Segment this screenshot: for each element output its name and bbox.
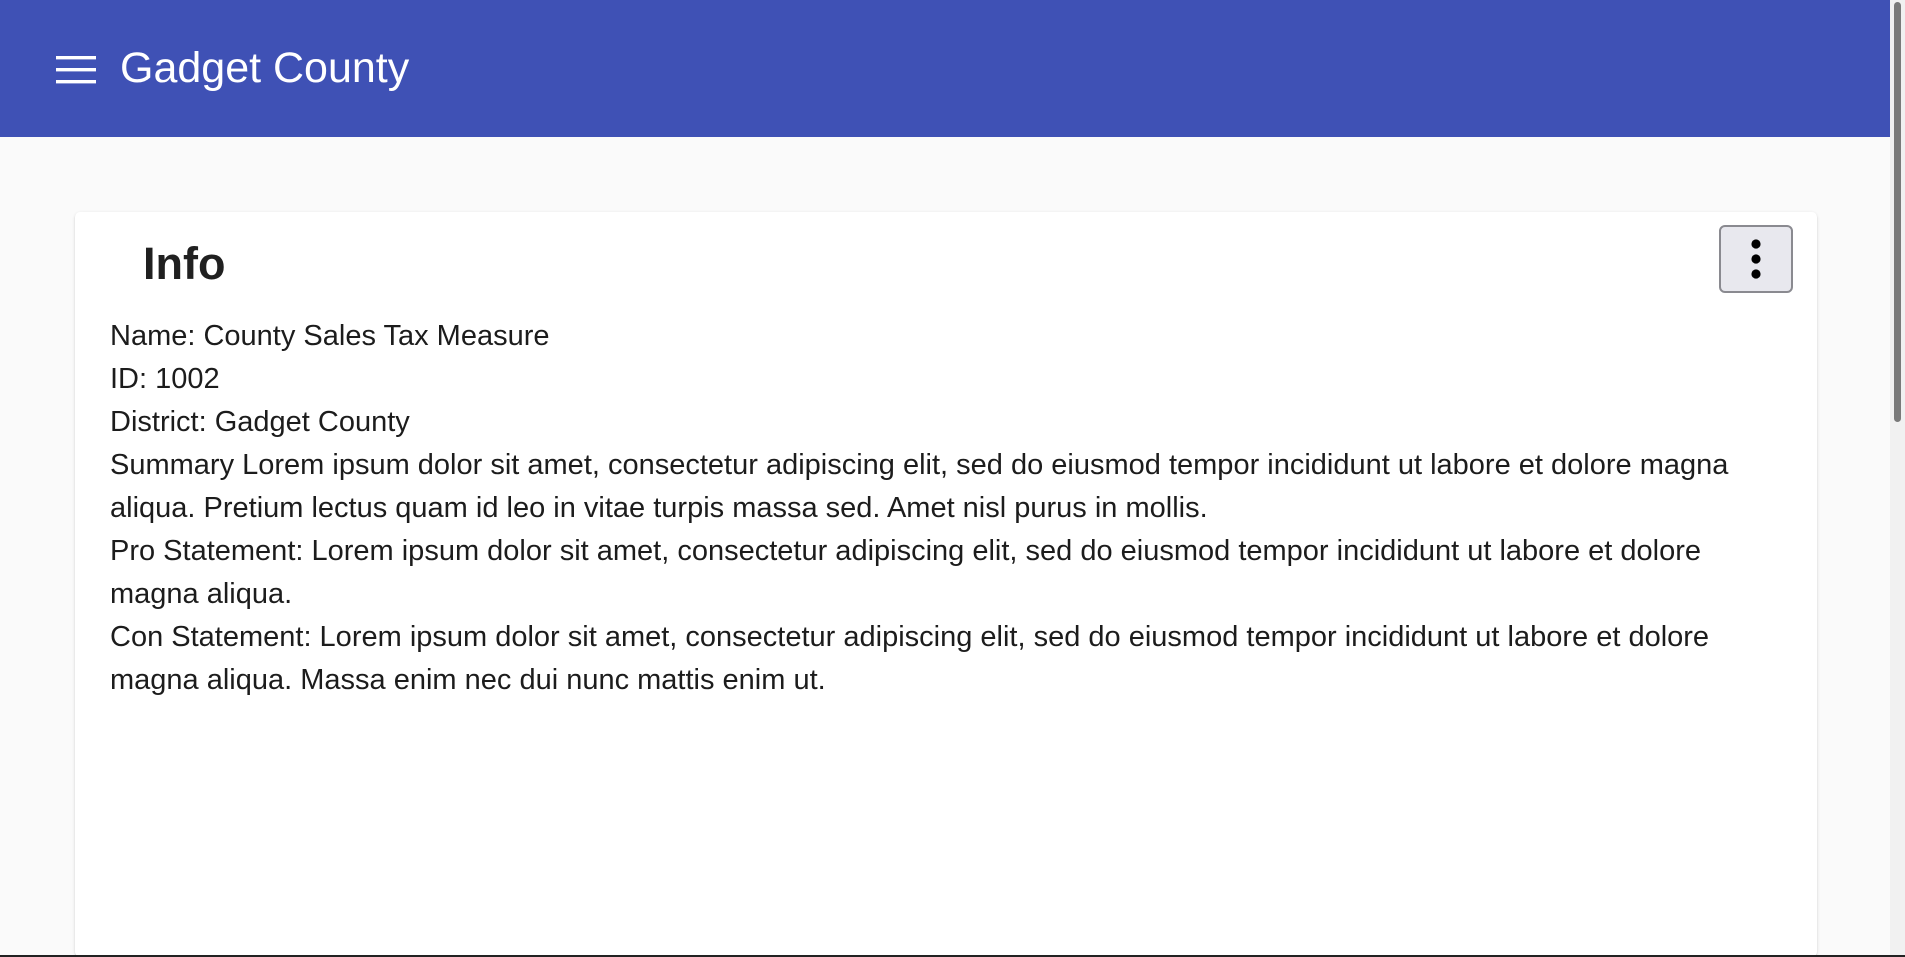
more-options-button[interactable] — [1719, 225, 1793, 293]
info-details: Name: County Sales Tax Measure ID: 1002 … — [110, 315, 1790, 702]
menu-button[interactable] — [50, 44, 102, 96]
menu-icon — [56, 56, 96, 84]
vertical-scrollbar[interactable] — [1890, 0, 1905, 957]
app-title: Gadget County — [120, 44, 410, 92]
info-pro-statement: Pro Statement: Lorem ipsum dolor sit ame… — [110, 535, 1701, 610]
info-card: Info Name: County Sales Tax Measure ID: … — [75, 212, 1817, 957]
info-con-statement: Con Statement: Lorem ipsum dolor sit ame… — [110, 621, 1710, 696]
scrollbar-thumb[interactable] — [1894, 2, 1901, 422]
main-content: Info Name: County Sales Tax Measure ID: … — [0, 137, 1890, 957]
more-vert-icon — [1751, 239, 1761, 279]
info-district: District: Gadget County — [110, 406, 410, 438]
app-bar: Gadget County — [0, 0, 1890, 137]
info-summary: Summary Lorem ipsum dolor sit amet, cons… — [110, 449, 1729, 524]
card-title: Info — [143, 238, 226, 289]
info-id: ID: 1002 — [110, 363, 220, 395]
info-name: Name: County Sales Tax Measure — [110, 320, 550, 352]
